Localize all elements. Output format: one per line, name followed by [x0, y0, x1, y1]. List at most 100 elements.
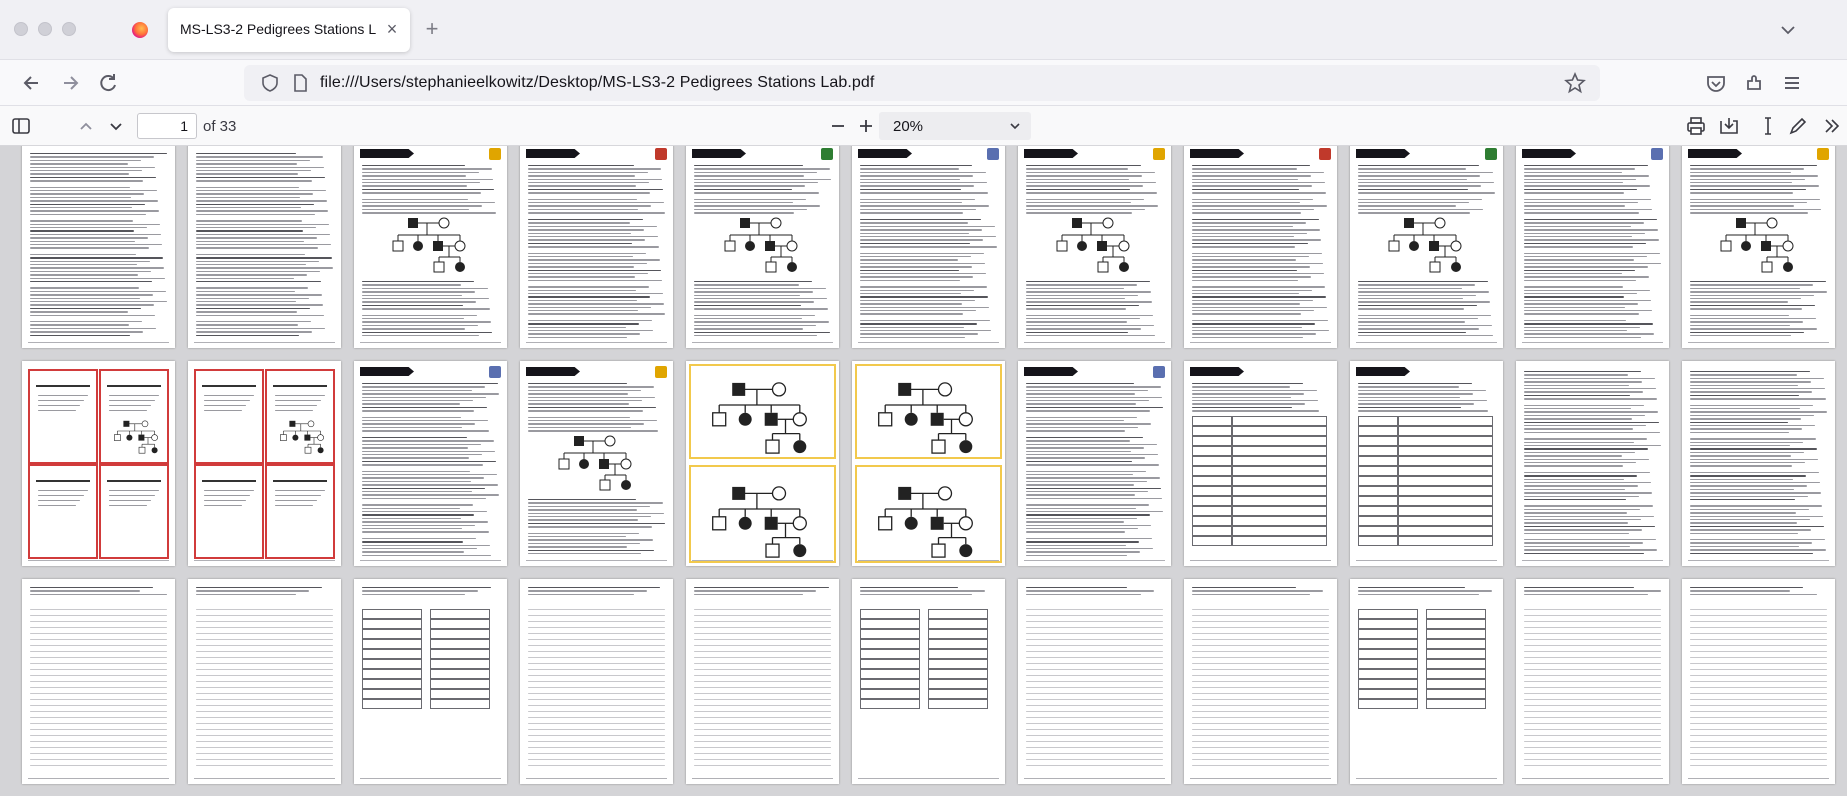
- pdf-page-thumbnail[interactable]: [1018, 579, 1171, 784]
- text-line: [528, 423, 644, 425]
- save-icon[interactable]: [1718, 115, 1740, 137]
- text-line: [1690, 165, 1817, 167]
- text-cursor-icon[interactable]: [1757, 115, 1779, 137]
- pdf-page-thumbnail[interactable]: [1350, 146, 1503, 348]
- text-line: [694, 205, 820, 207]
- chevron-down-icon[interactable]: [106, 116, 126, 136]
- page-footer: [858, 560, 999, 561]
- pdf-page-thumbnail[interactable]: [1184, 579, 1337, 784]
- ruled-line: [1690, 723, 1827, 725]
- bookmark-star-icon[interactable]: [1564, 72, 1586, 94]
- text-line: [528, 333, 640, 335]
- pdf-page-thumbnail[interactable]: [354, 579, 507, 784]
- pdf-page-thumbnail[interactable]: [852, 579, 1005, 784]
- pdf-page-thumbnail[interactable]: [686, 579, 839, 784]
- pdf-page-thumbnail[interactable]: [686, 146, 839, 348]
- table-cell: [1358, 609, 1418, 619]
- text-line: [1192, 266, 1310, 268]
- text-line: [694, 304, 801, 307]
- more-tools-icon[interactable]: [1821, 115, 1843, 137]
- tab-pdf[interactable]: MS-LS3-2 Pedigrees Stations Lab.pdf ×: [168, 8, 410, 52]
- pdf-page-thumbnail[interactable]: [686, 361, 839, 566]
- pdf-page-thumbnail[interactable]: [1682, 146, 1835, 348]
- pdf-page-thumbnail[interactable]: [852, 146, 1005, 348]
- pdf-page-thumbnail[interactable]: [1682, 579, 1835, 784]
- text-line: [275, 400, 321, 402]
- pdf-page-thumbnail[interactable]: [1682, 361, 1835, 566]
- pdf-page-thumbnail[interactable]: [1350, 361, 1503, 566]
- pdf-page-thumbnail[interactable]: [520, 361, 673, 566]
- page-icon[interactable]: [290, 73, 310, 93]
- text-line: [1524, 286, 1623, 288]
- pdf-page-thumbnail[interactable]: [188, 146, 341, 348]
- pdf-page-thumbnail[interactable]: [520, 146, 673, 348]
- pdf-page-thumbnail[interactable]: [1516, 146, 1669, 348]
- pdf-page-thumbnail[interactable]: [520, 579, 673, 784]
- pdf-page-thumbnail[interactable]: [188, 579, 341, 784]
- shield-icon[interactable]: [260, 73, 280, 93]
- text-line: [1192, 232, 1307, 234]
- page-footer: [1024, 342, 1165, 343]
- pdf-page-thumbnail[interactable]: [354, 146, 507, 348]
- text-line: [362, 426, 462, 429]
- text-line: [30, 307, 141, 310]
- text-line: [30, 260, 150, 262]
- pdf-page-thumbnail[interactable]: [1018, 146, 1171, 348]
- text-line: [196, 260, 319, 262]
- text-line: [1026, 416, 1137, 418]
- pdf-page-thumbnail[interactable]: [1184, 146, 1337, 348]
- pdf-page-thumbnail[interactable]: [1184, 361, 1337, 566]
- pdf-page-thumbnail[interactable]: [1516, 361, 1669, 566]
- text-line: [1524, 478, 1624, 480]
- text-line: [1524, 299, 1651, 302]
- page-number-input[interactable]: [137, 113, 197, 139]
- reload-icon[interactable]: [94, 69, 122, 97]
- forward-icon[interactable]: [56, 69, 84, 97]
- text-line: [196, 196, 300, 199]
- url-bar[interactable]: file:///Users/stephanieelkowitz/Desktop/…: [244, 65, 1600, 101]
- text-line: [860, 293, 961, 295]
- pdf-viewer[interactable]: [0, 146, 1847, 796]
- pdf-page-thumbnail[interactable]: [188, 361, 341, 566]
- text-line: [1026, 304, 1139, 307]
- close-icon[interactable]: ×: [382, 19, 402, 39]
- ruled-line: [1524, 747, 1661, 749]
- pdf-page-thumbnail[interactable]: [852, 361, 1005, 566]
- pdf-page-thumbnail[interactable]: [354, 361, 507, 566]
- text-line: [1690, 291, 1827, 293]
- back-icon[interactable]: [18, 69, 46, 97]
- new-tab-icon[interactable]: +: [418, 16, 446, 44]
- firefox-logo-icon: [132, 22, 148, 38]
- print-icon[interactable]: [1685, 115, 1707, 137]
- text-line: [528, 192, 650, 194]
- pdf-page-thumbnail[interactable]: [1516, 579, 1669, 784]
- zoom-out-icon[interactable]: [828, 116, 848, 136]
- extensions-icon[interactable]: [1740, 69, 1768, 97]
- table-cell: [362, 659, 422, 669]
- zoom-in-icon[interactable]: [856, 116, 876, 136]
- tab-list-icon[interactable]: [1776, 18, 1800, 42]
- pdf-page-thumbnail[interactable]: [22, 579, 175, 784]
- minimize-window-button[interactable]: [38, 22, 52, 36]
- pdf-page-thumbnail[interactable]: [22, 146, 175, 348]
- draw-icon[interactable]: [1787, 115, 1809, 137]
- question-card: [28, 369, 98, 464]
- text-line: [362, 480, 471, 483]
- zoom-select[interactable]: 20%: [879, 112, 1031, 140]
- text-line: [1524, 276, 1649, 278]
- pdf-page-thumbnail[interactable]: [1350, 579, 1503, 784]
- maximize-window-button[interactable]: [62, 22, 76, 36]
- close-window-button[interactable]: [14, 22, 28, 36]
- pdf-page-thumbnail[interactable]: [22, 361, 175, 566]
- pocket-icon[interactable]: [1702, 69, 1730, 97]
- text-line: [1192, 410, 1319, 412]
- pdf-page-thumbnail[interactable]: [1018, 361, 1171, 566]
- text-line: [528, 553, 641, 555]
- chevron-up-icon[interactable]: [76, 116, 96, 136]
- table-cell: [1232, 456, 1327, 466]
- text-line: [196, 257, 332, 259]
- text-line: [1192, 242, 1308, 245]
- menu-icon[interactable]: [1778, 69, 1806, 97]
- sidebar-toggle-icon[interactable]: [10, 115, 32, 137]
- table-cell: [1358, 536, 1398, 546]
